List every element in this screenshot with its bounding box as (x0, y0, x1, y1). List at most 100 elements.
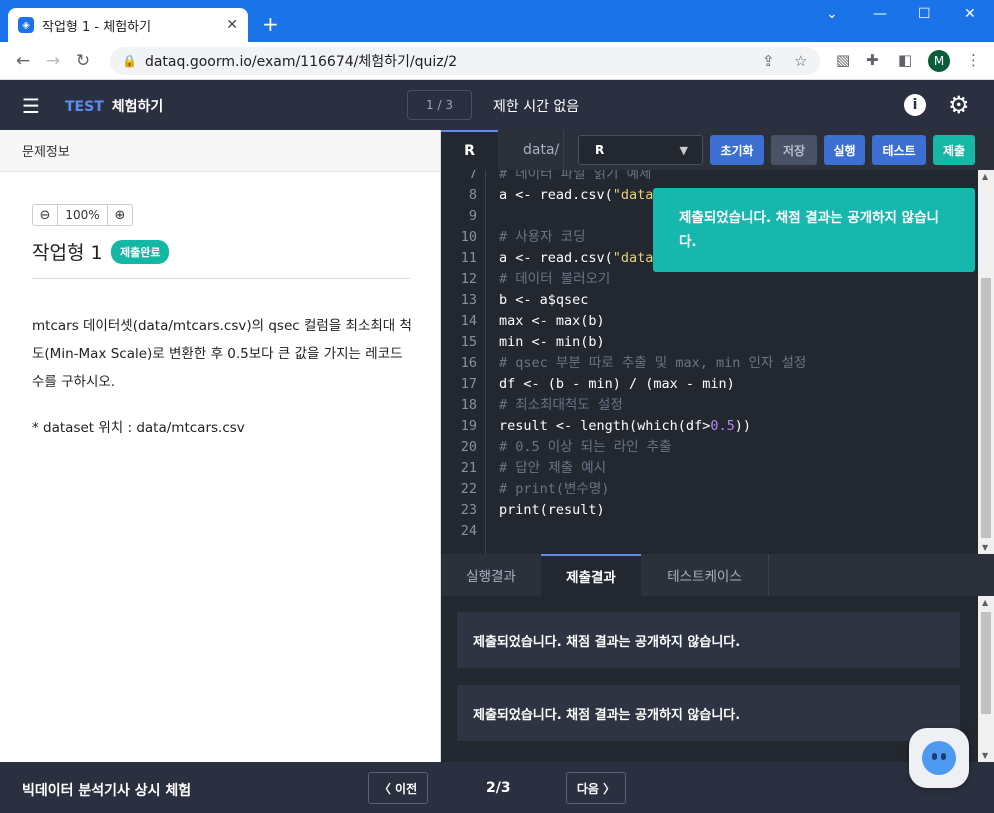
minimize-icon[interactable]: — (873, 6, 887, 22)
reload-icon[interactable]: ↻ (68, 51, 98, 71)
save-button[interactable]: 저장 (771, 135, 817, 165)
tab-submit-result[interactable]: 제출결과 (541, 554, 641, 596)
reset-button[interactable]: 초기화 (710, 135, 764, 165)
side-panel-icon[interactable]: ◧ (898, 51, 912, 69)
question-count: 2/3 (486, 780, 511, 796)
close-window-icon[interactable]: ✕ (964, 6, 976, 22)
new-tab-icon[interactable]: + (262, 12, 279, 36)
problem-panel-title: 문제정보 (0, 130, 440, 172)
results-panel: 실행결과 제출결과 테스트케이스 제출되었습니다. 채점 결과는 공개하지 않습… (441, 554, 994, 762)
divider (32, 278, 410, 279)
line-number: 12 (460, 271, 477, 287)
code-line: # 답안 제출 예시 (499, 460, 607, 476)
tab-test-cases[interactable]: 테스트케이스 (641, 554, 769, 596)
app-header: ☰ TEST 체험하기 1 / 3 제한 시간 없음 i ⚙ (0, 80, 994, 130)
footer-bar: 빅데이터 분석기사 상시 체험 〈 이전 2/3 다음 〉 (0, 762, 994, 813)
info-icon[interactable]: i (904, 94, 926, 116)
tab-run-result[interactable]: 실행결과 (441, 554, 541, 596)
line-number: 21 (460, 460, 477, 476)
language-select[interactable]: R ▼ (578, 135, 703, 165)
zoom-out-icon[interactable]: ⊖ (33, 208, 57, 223)
code-line: print(result) (499, 502, 605, 518)
submit-button[interactable]: 제출 (933, 135, 975, 165)
line-number: 10 (460, 229, 477, 245)
browser-tab-title: 작업형 1 - 체험하기 (42, 19, 152, 35)
line-number: 22 (460, 481, 477, 497)
line-number: 11 (460, 250, 477, 266)
profile-avatar[interactable]: M (928, 50, 950, 72)
line-number: 24 (460, 523, 477, 539)
results-scrollbar[interactable]: ▲ ▼ (978, 596, 994, 762)
browser-tab[interactable]: ◈ 작업형 1 - 체험하기 ✕ (8, 8, 248, 42)
forward-icon[interactable]: → (38, 51, 68, 71)
tab-search-icon[interactable]: ⌄ (826, 6, 838, 22)
extension-image-icon[interactable]: ▧ (836, 51, 850, 69)
line-number: 18 (460, 397, 477, 413)
back-icon[interactable]: ← (8, 51, 38, 71)
zoom-control: ⊖ 100% ⊕ (32, 204, 133, 226)
scroll-up-icon[interactable]: ▲ (982, 598, 988, 607)
url-text: dataq.goorm.io/exam/116674/체험하기/quiz/2 (144, 54, 458, 70)
line-number: 19 (460, 418, 477, 434)
status-badge: 제출완료 (111, 240, 170, 264)
line-number: 17 (460, 376, 477, 392)
scroll-up-icon[interactable]: ▲ (982, 172, 988, 181)
code-line: b <- a$qsec (499, 292, 589, 308)
browser-menu-icon[interactable]: ⋮ (966, 51, 981, 69)
line-number: 15 (460, 334, 477, 350)
brand: TEST 체험하기 (65, 96, 163, 116)
share-icon[interactable]: ⇪ (762, 52, 775, 70)
bookmark-star-icon[interactable]: ☆ (794, 52, 807, 70)
tab-data-file[interactable]: data/ (523, 130, 559, 170)
run-button[interactable]: 실행 (824, 135, 865, 165)
code-line: # print(변수명) (499, 481, 610, 497)
line-number: 7 (468, 170, 477, 182)
code-line: # 데이터 파일 읽기 예제 (499, 170, 652, 182)
menu-icon[interactable]: ☰ (22, 94, 40, 118)
editor-controls: R ▼ 초기화 저장 실행 테스트 제출 (563, 130, 994, 170)
result-message: 제출되었습니다. 채점 결과는 공개하지 않습니다. (457, 685, 960, 741)
zoom-in-icon[interactable]: ⊕ (108, 208, 132, 223)
lock-icon: 🔒 (122, 54, 137, 68)
code-line: # 0.5 이상 되는 라인 추출 (499, 439, 672, 455)
editor-scroll-thumb[interactable] (981, 278, 991, 538)
line-number: 9 (468, 208, 477, 224)
submit-toast: 제출되었습니다. 채점 결과는 공개하지 않습니다. (653, 188, 975, 272)
browser-tab-strip: ◈ 작업형 1 - 체험하기 ✕ + ⌄ — ☐ ✕ (0, 0, 994, 42)
code-line: a <- read.csv("data (499, 250, 654, 266)
language-value: R (595, 143, 605, 157)
result-tabs: 실행결과 제출결과 테스트케이스 (441, 554, 994, 596)
results-scroll-thumb[interactable] (981, 612, 991, 714)
zoom-level: 100% (57, 205, 108, 225)
chatbot-face-icon (922, 741, 956, 775)
line-number: 23 (460, 502, 477, 518)
chevron-down-icon: ▼ (679, 143, 688, 157)
code-line: min <- min(b) (499, 334, 605, 350)
dataset-note: * dataset 위치 : data/mtcars.csv (32, 420, 245, 436)
brand-title: 체험하기 (111, 99, 164, 115)
gear-icon[interactable]: ⚙ (948, 91, 970, 119)
code-line: # 데이터 불러오기 (499, 271, 611, 287)
close-tab-icon[interactable]: ✕ (226, 17, 238, 33)
scroll-down-icon[interactable]: ▼ (982, 751, 988, 760)
line-number: 13 (460, 292, 477, 308)
code-line: result <- length(which(df>0.5)) (499, 418, 751, 434)
editor-scrollbar[interactable]: ▲ ▼ (978, 170, 994, 554)
line-number: 20 (460, 439, 477, 455)
line-number: 16 (460, 355, 477, 371)
scroll-down-icon[interactable]: ▼ (982, 543, 988, 552)
prev-button[interactable]: 〈 이전 (368, 772, 428, 804)
problem-panel: 문제정보 ⊖ 100% ⊕ 작업형 1 제출완료 mtcars 데이터셋(dat… (0, 130, 441, 762)
maximize-icon[interactable]: ☐ (918, 6, 931, 22)
browser-toolbar: ← → ↻ 🔒 dataq.goorm.io/exam/116674/체험하기/… (0, 42, 994, 80)
code-line: max <- max(b) (499, 313, 605, 329)
tab-r[interactable]: R (441, 130, 498, 170)
line-number: 14 (460, 313, 477, 329)
address-bar[interactable]: 🔒 dataq.goorm.io/exam/116674/체험하기/quiz/2… (110, 47, 820, 75)
test-button[interactable]: 테스트 (872, 135, 926, 165)
extensions-puzzle-icon[interactable]: ✚ (866, 51, 879, 69)
next-button[interactable]: 다음 〉 (566, 772, 626, 804)
question-pager[interactable]: 1 / 3 (407, 90, 472, 120)
chatbot-icon[interactable] (909, 728, 969, 788)
line-number: 8 (468, 187, 477, 203)
